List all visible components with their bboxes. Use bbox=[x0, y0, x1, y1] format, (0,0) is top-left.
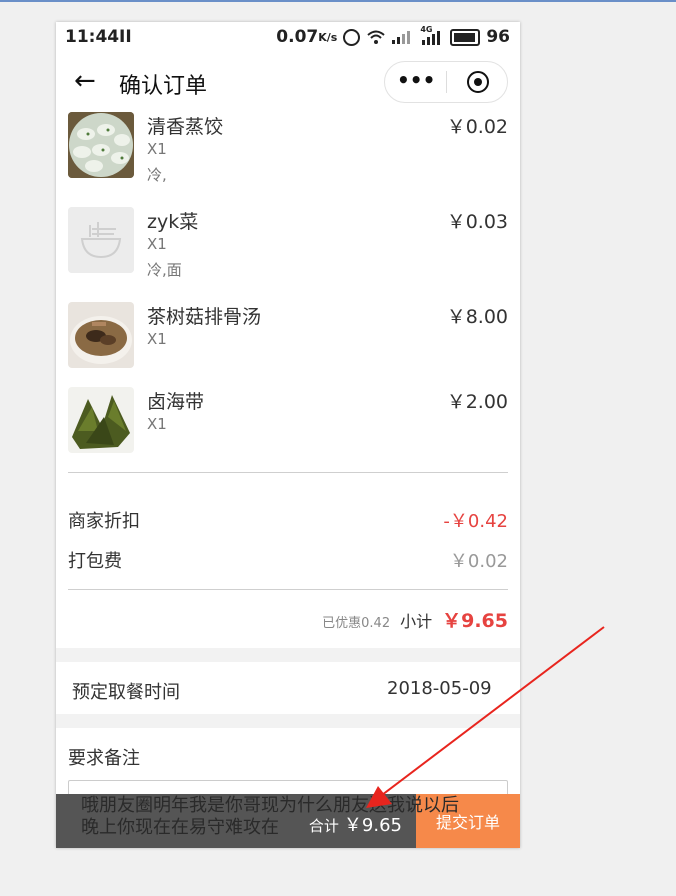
annotation-arrow-icon bbox=[366, 626, 605, 808]
